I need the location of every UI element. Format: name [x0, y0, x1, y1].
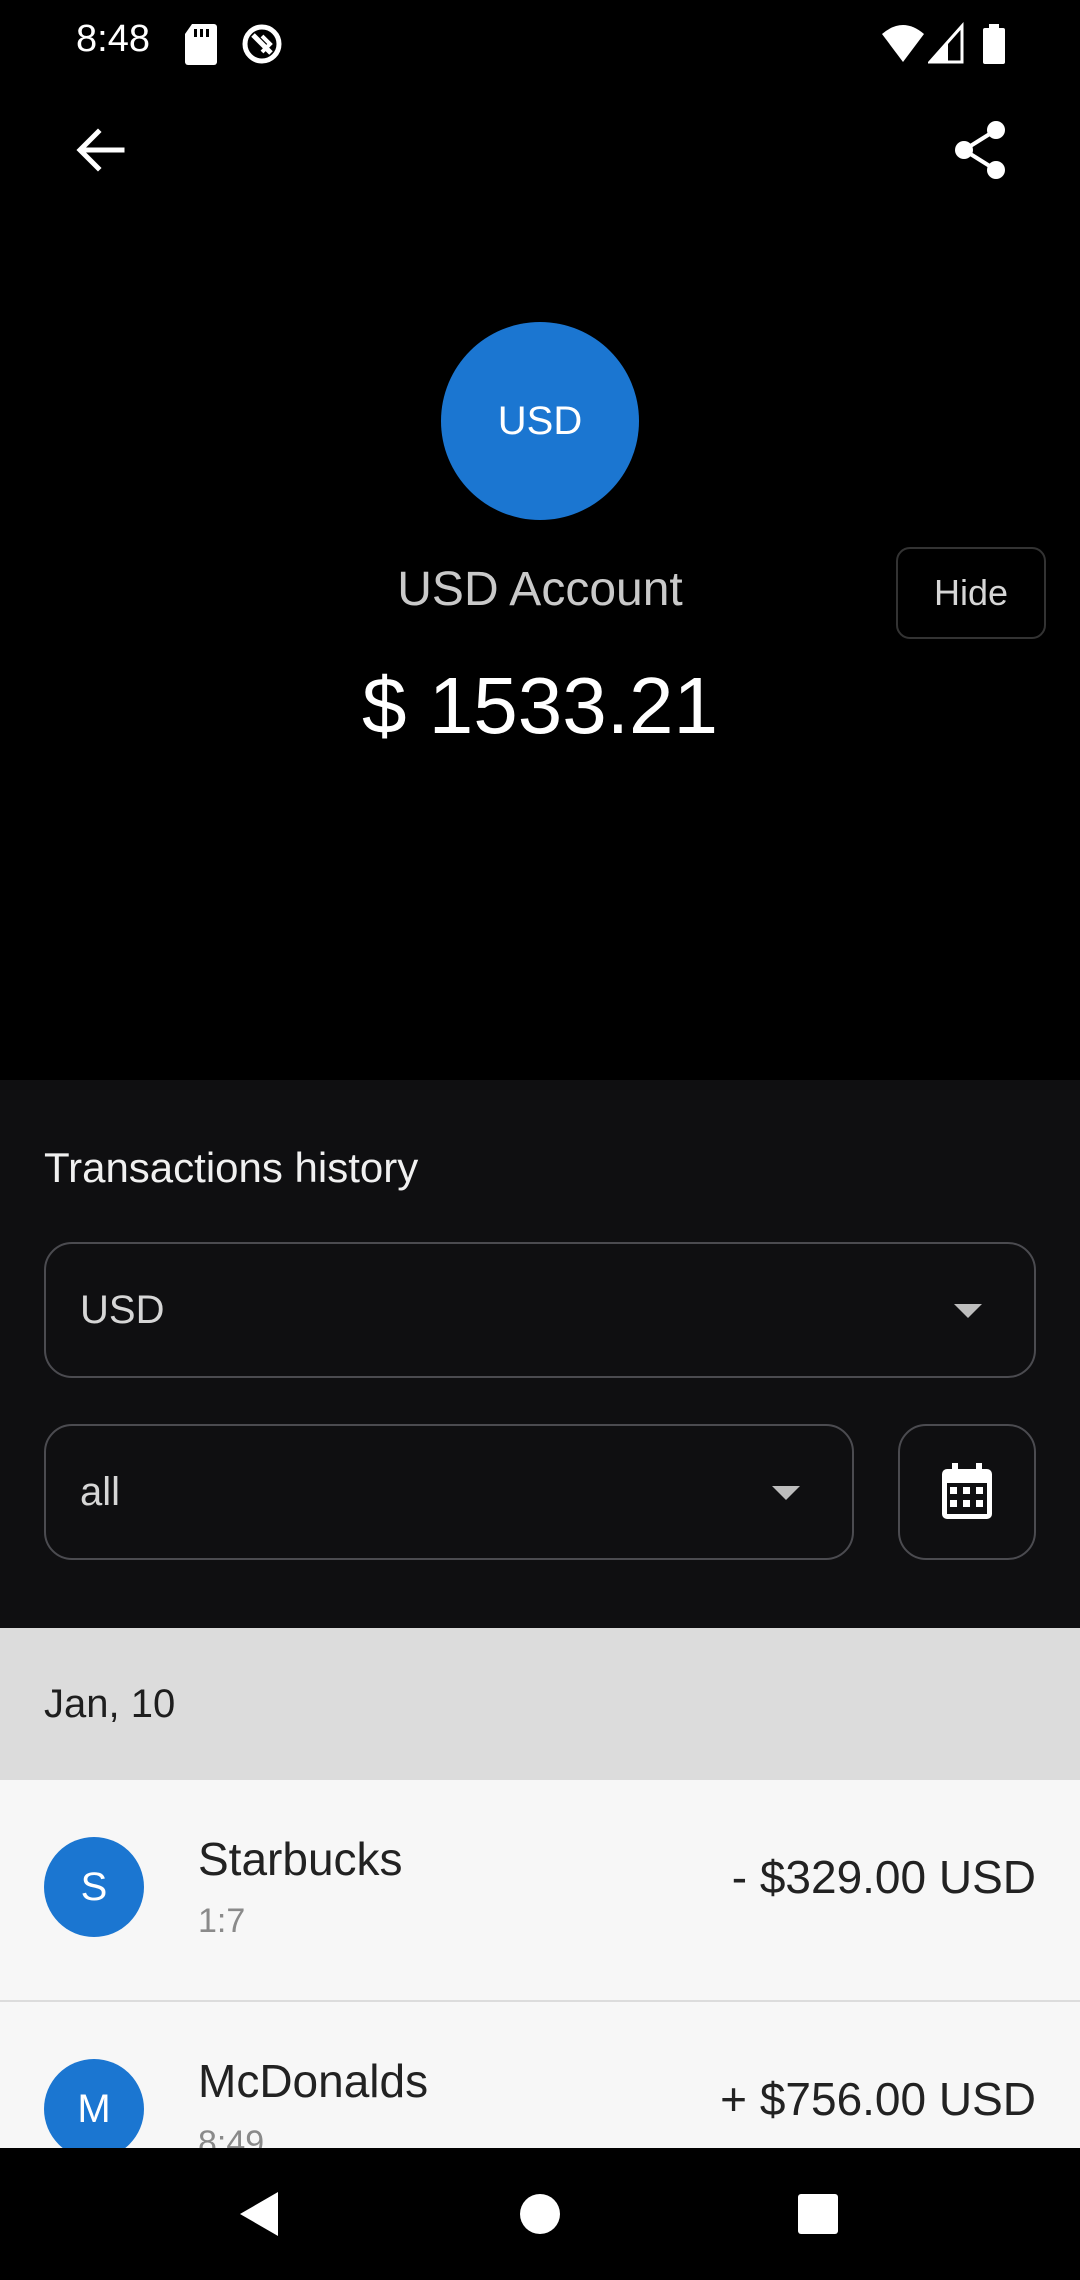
merchant-initial: M — [77, 2086, 111, 2131]
transactions-section: Transactions history USD all — [0, 1080, 1080, 1628]
wifi-icon — [882, 25, 924, 62]
date-group-label: Jan, 10 — [44, 1682, 176, 1726]
system-nav-bar — [0, 2148, 1080, 2280]
nav-back-button[interactable] — [218, 2174, 298, 2254]
hide-button[interactable]: Hide — [896, 547, 1046, 639]
share-icon — [955, 121, 1005, 179]
merchant-avatar: S — [44, 1837, 144, 1937]
app-bar — [0, 100, 1080, 200]
transaction-time: 1:7 — [198, 1902, 246, 1940]
home-circle-icon — [520, 2194, 560, 2234]
transaction-row[interactable]: M McDonalds 8:49 + $756.00 USD — [0, 2002, 1080, 2148]
arrow-left-icon — [76, 128, 125, 172]
currency-avatar-label: USD — [497, 398, 583, 443]
data-saver-icon — [242, 24, 282, 64]
screen: 8:48 USD USD Account Hide $ 1533.21 Tran… — [0, 0, 1080, 2280]
back-triangle-icon — [240, 2192, 278, 2236]
nav-recents-button[interactable] — [778, 2174, 858, 2254]
account-balance: $ 1533.21 — [362, 661, 718, 750]
transactions-title: Transactions history — [44, 1144, 419, 1191]
share-button[interactable] — [930, 100, 1030, 200]
signal-icon — [928, 22, 964, 64]
currency-filter-value: USD — [80, 1287, 165, 1332]
transaction-amount: - $329.00 USD — [731, 1851, 1036, 1903]
dropdown-arrow-icon — [954, 1304, 982, 1318]
merchant-avatar: M — [44, 2059, 144, 2148]
status-bar: 8:48 — [0, 0, 1080, 88]
type-filter-value: all — [80, 1469, 121, 1514]
merchant-name: McDonalds — [198, 2055, 429, 2107]
battery-icon — [983, 24, 1005, 64]
transactions-list: S Starbucks 1:7 - $329.00 USD M McDonald… — [0, 1780, 1080, 2148]
sd-card-icon — [185, 24, 217, 65]
calendar-button[interactable] — [898, 1424, 1036, 1560]
merchant-name: Starbucks — [198, 1833, 403, 1885]
back-button[interactable] — [50, 100, 150, 200]
status-time: 8:48 — [76, 18, 150, 60]
transaction-row[interactable]: S Starbucks 1:7 - $329.00 USD — [0, 1780, 1080, 2002]
calendar-icon — [942, 1463, 992, 1519]
nav-home-button[interactable] — [500, 2174, 580, 2254]
transaction-time: 8:49 — [198, 2124, 265, 2148]
type-filter-select[interactable]: all — [44, 1424, 854, 1560]
dropdown-arrow-icon — [772, 1486, 800, 1500]
merchant-initial: S — [80, 1864, 108, 1909]
date-group-header: Jan, 10 — [0, 1628, 1080, 1780]
currency-filter-select[interactable]: USD — [44, 1242, 1036, 1378]
currency-avatar: USD — [441, 322, 639, 520]
recents-square-icon — [798, 2194, 838, 2234]
transaction-amount: + $756.00 USD — [720, 2073, 1036, 2125]
